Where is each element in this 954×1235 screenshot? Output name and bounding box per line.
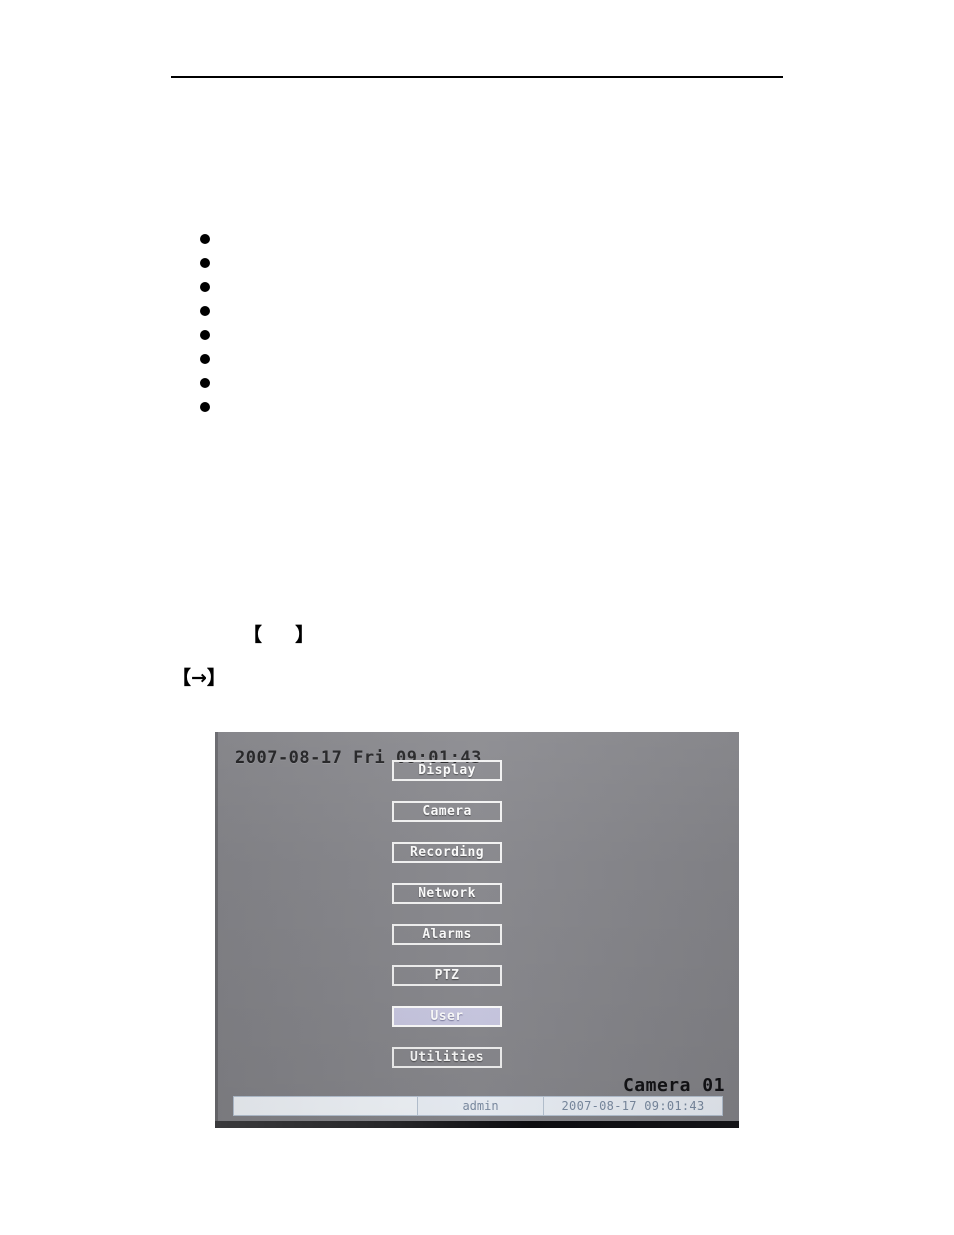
menu-item-utilities[interactable]: Utilities [392,1047,502,1068]
list-item [195,298,755,322]
menu-item-label: Camera [422,804,472,819]
menu-item-network[interactable]: Network [392,883,502,904]
menu-item-label: PTZ [434,968,460,983]
bullet-dot-icon [200,258,210,268]
menu-item-alarms[interactable]: Alarms [392,924,502,945]
menu-item-ptz[interactable]: PTZ [392,965,502,986]
bullet-dot-icon [200,354,210,364]
list-item [195,370,755,394]
list-item [195,322,755,346]
photo-bottom-edge [215,1121,739,1128]
key-note-bracket: 【 】 [243,624,315,646]
menu-item-recording[interactable]: Recording [392,842,502,863]
bullet-dot-icon [200,282,210,292]
main-menu: Display Camera Recording Network Alarms … [392,760,504,1068]
menu-item-label: Recording [409,845,485,860]
status-user-field: admin [418,1097,544,1115]
list-item [195,346,755,370]
dvr-screen-photo: 2007-08-17 Fri 09:01:43 Display Camera R… [215,732,739,1128]
menu-item-user[interactable]: User [392,1006,502,1027]
menu-item-label: Utilities [409,1050,485,1065]
status-bar: admin 2007-08-17 09:01:43 [233,1096,723,1116]
bullet-dot-icon [200,402,210,412]
key-note-right-arrow: 【→】 [172,667,226,689]
osd-camera-title: Camera 01 [622,1075,725,1096]
menu-item-label: Network [418,886,476,901]
menu-item-display[interactable]: Display [392,760,502,781]
menu-item-label: User [430,1009,464,1024]
status-datetime-field: 2007-08-17 09:01:43 [544,1097,722,1115]
list-item [195,250,755,274]
list-item [195,274,755,298]
status-message-field [234,1097,418,1115]
menu-item-label: Display [418,763,476,778]
bullet-dot-icon [200,234,210,244]
bullet-dot-icon [200,306,210,316]
document-page: 【 】 【→】 2007-08-17 Fri 09:01:43 Display … [0,0,954,1235]
list-item [195,394,755,418]
bullet-list [195,226,755,418]
bullet-dot-icon [200,330,210,340]
page-header-rule [171,76,783,78]
bullet-dot-icon [200,378,210,388]
list-item [195,226,755,250]
menu-item-camera[interactable]: Camera [392,801,502,822]
photo-left-edge [215,732,218,1128]
menu-item-label: Alarms [422,927,472,942]
